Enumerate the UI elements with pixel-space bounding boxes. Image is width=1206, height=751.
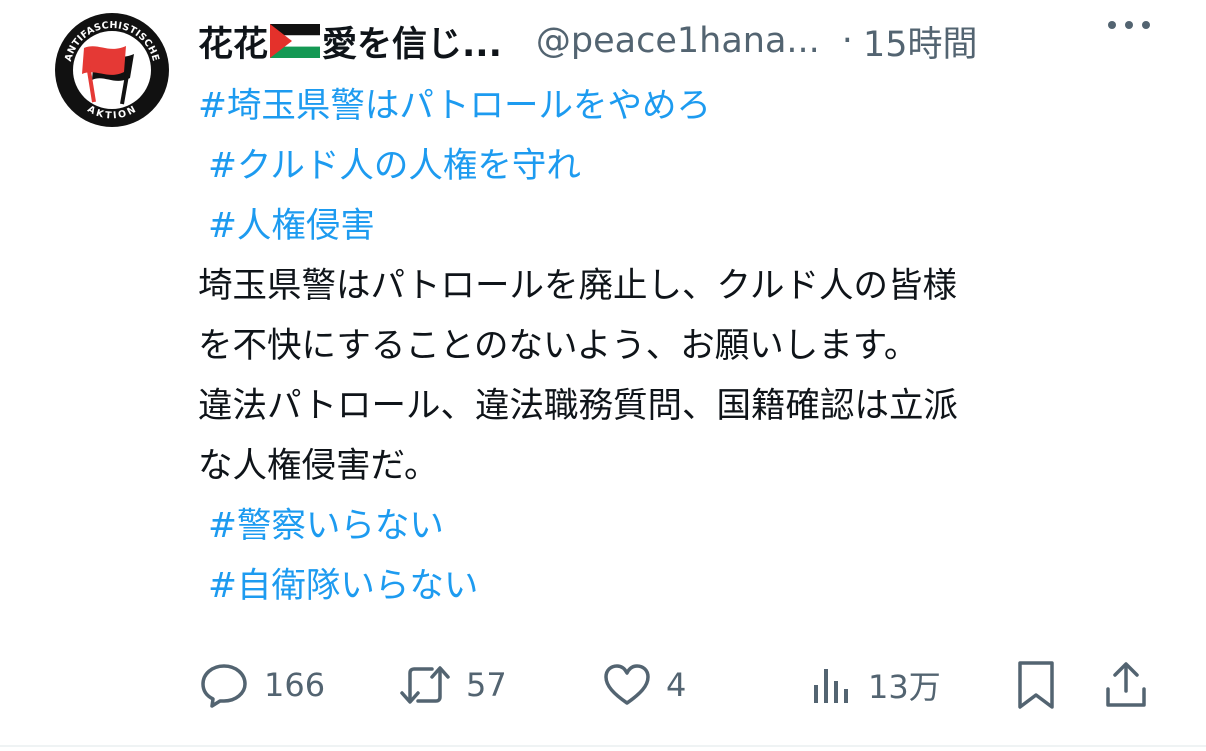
more-options-button[interactable]: [1104, 10, 1154, 40]
retweet-count: 57: [466, 666, 507, 704]
tweet-text: #埼玉県警はパトロールをやめろ #クルド人の人権を守れ #人権侵害 埼玉県警はパ…: [198, 76, 1178, 616]
hashtag[interactable]: #自衛隊いらない: [198, 556, 1178, 616]
share-button[interactable]: [1102, 650, 1150, 720]
user-handle[interactable]: @peace1hana...: [536, 21, 820, 61]
display-name[interactable]: 花花 愛を信じ...: [198, 16, 502, 67]
timestamp[interactable]: 15時間: [863, 16, 978, 67]
text-line: 埼玉県警はパトロールを廃止し、クルド人の皆様: [198, 266, 957, 306]
antifascist-action-logo-icon: ANTIFASCHISTISCHE AKTION: [55, 13, 169, 127]
separator-dot: ·: [841, 21, 853, 61]
bookmark-icon: [1018, 661, 1054, 709]
text-line: 違法パトロール、違法職務質問、国籍確認は立派: [198, 386, 959, 426]
retweet-icon: [400, 666, 450, 704]
heart-icon: [604, 664, 650, 705]
reply-button[interactable]: 166: [198, 650, 325, 720]
hashtag[interactable]: #埼玉県警はパトロールをやめろ: [198, 76, 1178, 136]
hashtag[interactable]: #人権侵害: [198, 196, 1178, 256]
share-icon: [1106, 662, 1146, 707]
text-line: を不快にすることのないよう、お願いします。: [198, 326, 919, 366]
views-chart-icon: [814, 669, 848, 703]
more-dots-icon: [1108, 21, 1150, 29]
retweet-button[interactable]: 57: [398, 650, 507, 720]
avatar[interactable]: ANTIFASCHISTISCHE AKTION: [54, 12, 170, 128]
display-name-part2: 愛を信じ...: [322, 24, 502, 65]
text-line: な人権侵害だ。: [198, 446, 439, 486]
views-button[interactable]: 13万: [810, 650, 941, 720]
hashtag[interactable]: #クルド人の人権を守れ: [198, 136, 1178, 196]
reply-icon: [201, 664, 247, 708]
palestine-flag-icon: [270, 24, 321, 58]
like-count: 4: [666, 666, 687, 704]
like-button[interactable]: 4: [602, 650, 686, 720]
bookmark-button[interactable]: [1014, 650, 1058, 720]
views-count: 13万: [868, 668, 941, 706]
reply-count: 166: [264, 666, 326, 704]
action-bar: 166 57 4 13万: [198, 650, 1168, 720]
tweet[interactable]: ANTIFASCHISTISCHE AKTION 花花 愛を信じ... @pea…: [0, 0, 1206, 751]
display-name-part1: 花花: [198, 24, 269, 65]
tweet-header: 花花 愛を信じ... @peace1hana... · 15時間: [198, 16, 1178, 66]
hashtag[interactable]: #警察いらない: [198, 496, 1178, 556]
divider: [0, 745, 1206, 747]
